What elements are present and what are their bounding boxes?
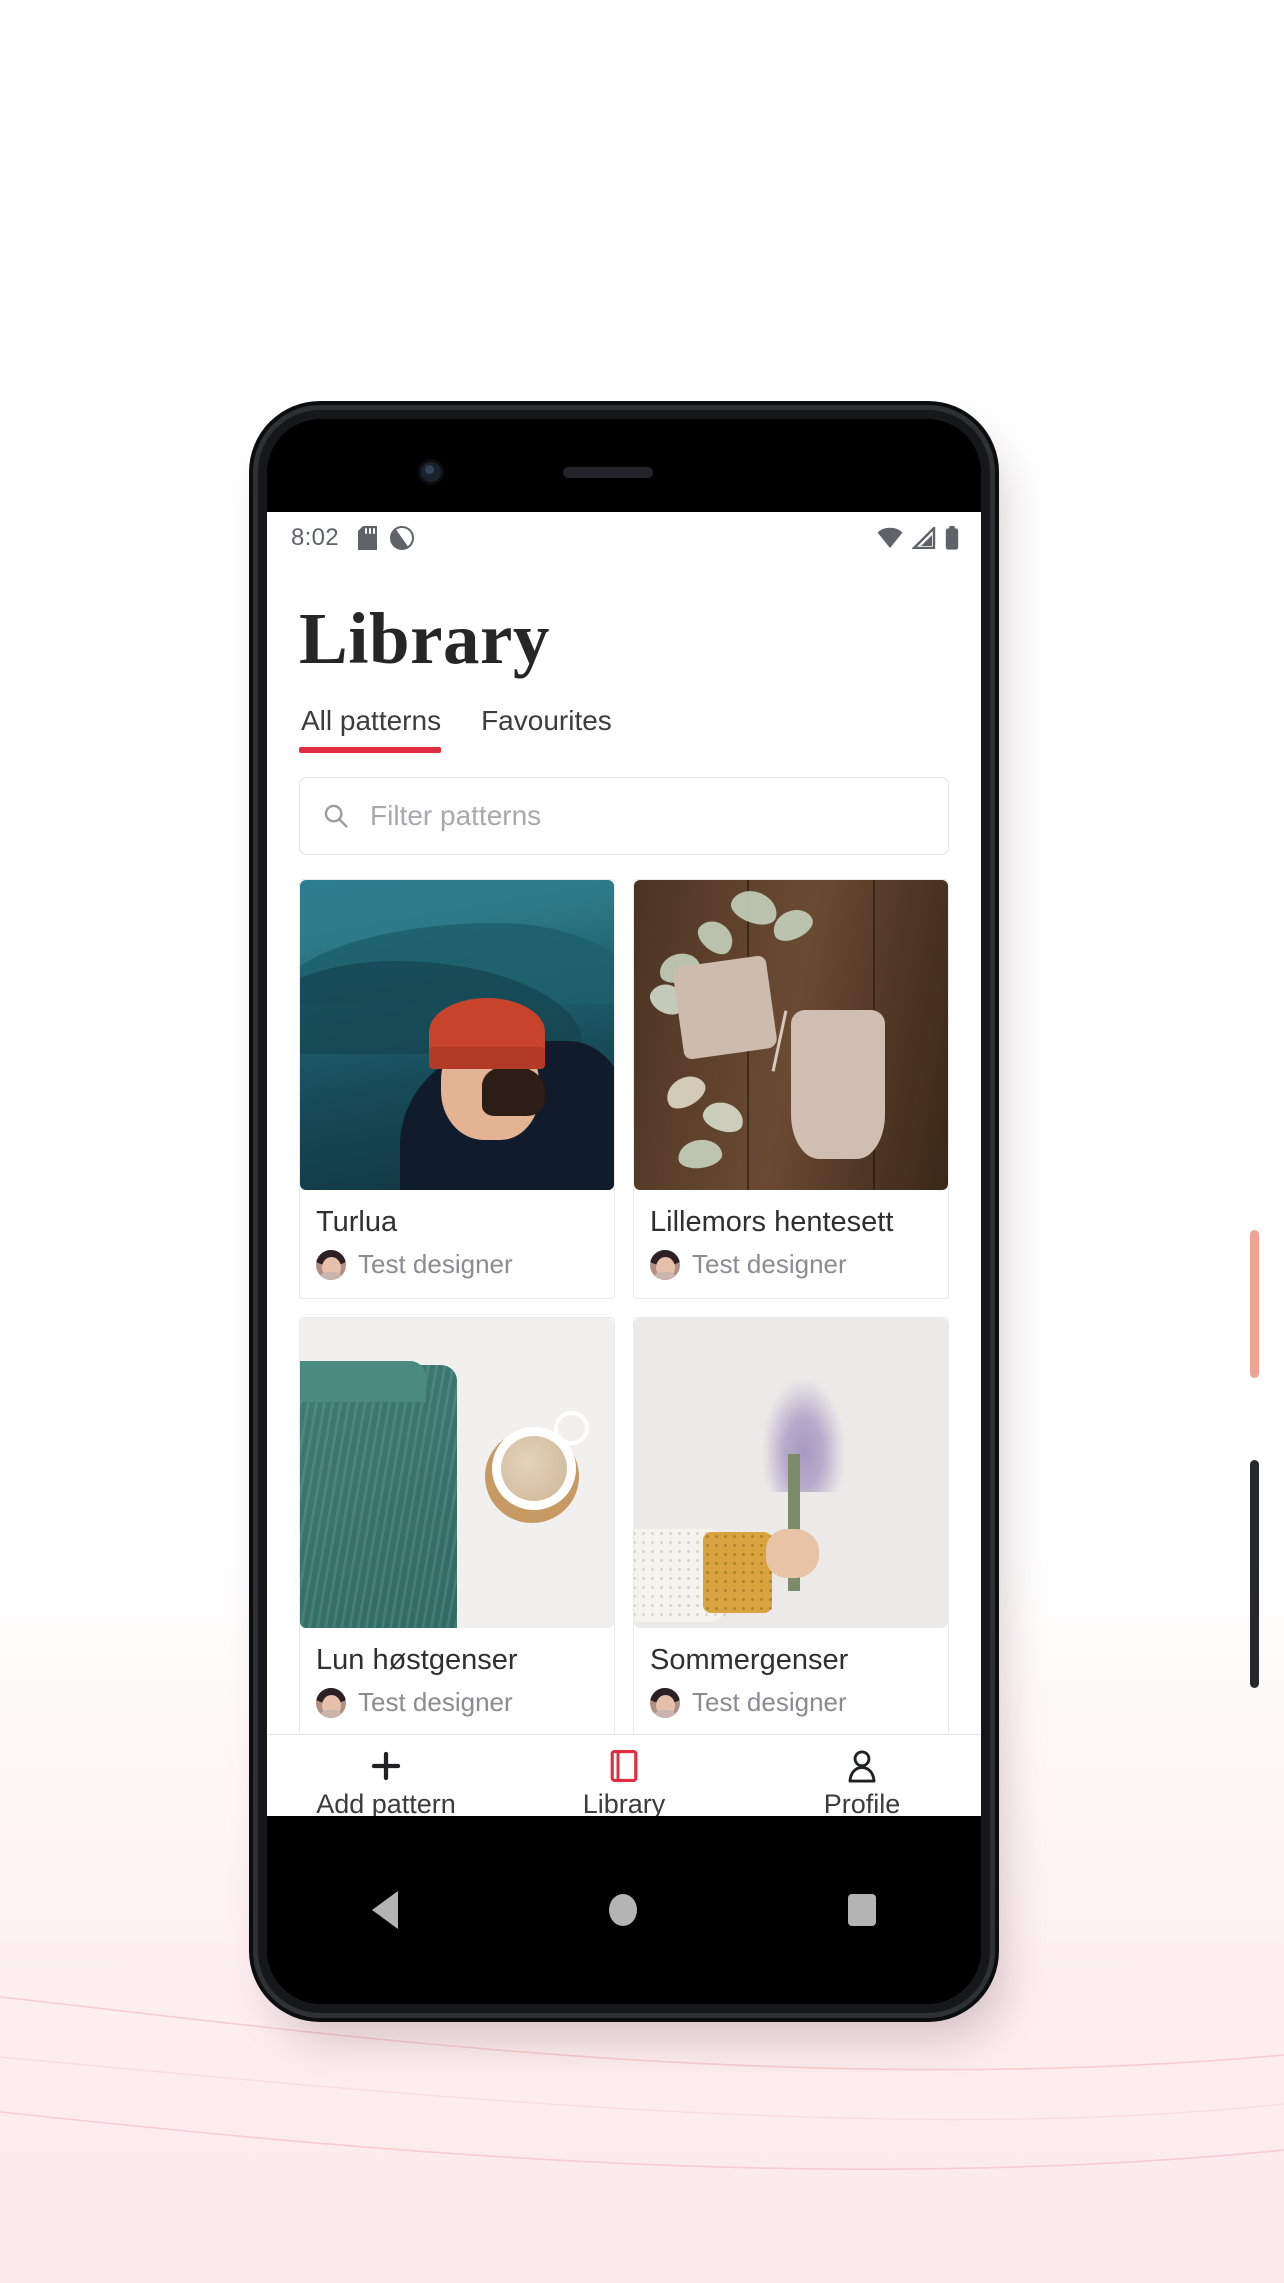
pattern-author-name: Test designer	[692, 1249, 847, 1279]
tab-all-patterns-label: All patterns	[301, 705, 442, 736]
pattern-card[interactable]: Lun høstgenser Test designer	[299, 1317, 615, 1737]
pattern-card[interactable]: Sommergenser Test designer	[633, 1317, 949, 1737]
avatar	[316, 1687, 346, 1718]
front-camera-lens-icon	[418, 459, 444, 485]
pattern-author-name: Test designer	[358, 1249, 513, 1279]
pattern-author-name: Test designer	[692, 1687, 847, 1717]
pattern-card[interactable]: Lillemors hentesett Test designer	[633, 879, 949, 1299]
pattern-grid: Turlua Test designer Lillemors hentesett…	[267, 855, 981, 1737]
status-bar-clock: 8:02	[291, 524, 339, 551]
app-screen: 8:02 Library All patterns Favourites Fil…	[267, 512, 981, 1834]
do-not-disturb-icon	[389, 526, 414, 550]
person-icon	[848, 1750, 876, 1783]
search-section: Filter patterns	[267, 753, 981, 855]
cellular-signal-icon	[912, 527, 936, 549]
status-bar-right-icons	[877, 526, 959, 550]
pattern-title: Lillemors hentesett	[650, 1206, 894, 1238]
pattern-card-body: Turlua Test designer	[300, 1190, 614, 1298]
pattern-author: Test designer	[316, 1249, 598, 1280]
page-title: Library	[299, 598, 550, 679]
tab-bar: All patterns Favourites	[267, 675, 981, 753]
pattern-thumbnail-lun-hostgenser	[300, 1318, 614, 1628]
pattern-author: Test designer	[650, 1687, 932, 1718]
recents-square-icon[interactable]	[847, 1894, 876, 1926]
power-button[interactable]	[1250, 1230, 1259, 1378]
avatar	[650, 1249, 680, 1280]
pattern-thumbnail-lillemors-hentesett	[634, 880, 948, 1190]
pattern-card[interactable]: Turlua Test designer	[299, 879, 615, 1299]
back-triangle-icon[interactable]	[372, 1891, 399, 1929]
pattern-card-body: Lun høstgenser Test designer	[300, 1628, 614, 1736]
phone-display: 8:02 Library All patterns Favourites Fil…	[267, 419, 981, 2004]
tab-all-patterns[interactable]: All patterns	[299, 705, 461, 753]
pattern-title: Turlua	[316, 1206, 398, 1238]
search-input[interactable]: Filter patterns	[299, 777, 949, 855]
pattern-thumbnail-turlua	[300, 880, 614, 1190]
volume-rocker-button[interactable]	[1250, 1460, 1259, 1688]
pattern-card-body: Sommergenser Test designer	[634, 1628, 948, 1736]
pattern-thumbnail-sommergenser	[634, 1318, 948, 1628]
android-system-navigation-bar	[267, 1816, 981, 2004]
pattern-author: Test designer	[316, 1687, 598, 1718]
pattern-title: Lun høstgenser	[316, 1644, 518, 1676]
avatar	[650, 1687, 680, 1718]
pattern-author-name: Test designer	[358, 1687, 513, 1717]
nav-item-add-pattern[interactable]: Add pattern	[267, 1749, 505, 1820]
pattern-card-body: Lillemors hentesett Test designer	[634, 1190, 948, 1298]
sd-card-icon	[357, 526, 377, 550]
phone-top-bezel	[267, 419, 981, 512]
status-bar-left-icons	[357, 526, 414, 550]
pattern-title: Sommergenser	[650, 1644, 849, 1676]
wifi-icon	[877, 527, 903, 548]
plus-icon	[371, 1751, 401, 1781]
pattern-author: Test designer	[650, 1249, 932, 1280]
search-placeholder-text: Filter patterns	[370, 800, 542, 831]
home-circle-icon[interactable]	[608, 1894, 637, 1926]
tab-favourites[interactable]: Favourites	[461, 705, 632, 753]
book-icon	[610, 1750, 638, 1782]
status-bar: 8:02	[267, 512, 981, 564]
nav-item-library[interactable]: Library	[505, 1749, 743, 1820]
tab-active-indicator	[299, 747, 442, 753]
phone-device-frame: 8:02 Library All patterns Favourites Fil…	[258, 410, 1259, 2013]
earpiece-speaker-icon	[563, 467, 653, 478]
nav-item-profile[interactable]: Profile	[743, 1749, 981, 1820]
avatar	[316, 1249, 346, 1280]
battery-icon	[945, 526, 959, 550]
search-icon	[324, 804, 348, 828]
tab-favourites-label: Favourites	[481, 705, 612, 736]
